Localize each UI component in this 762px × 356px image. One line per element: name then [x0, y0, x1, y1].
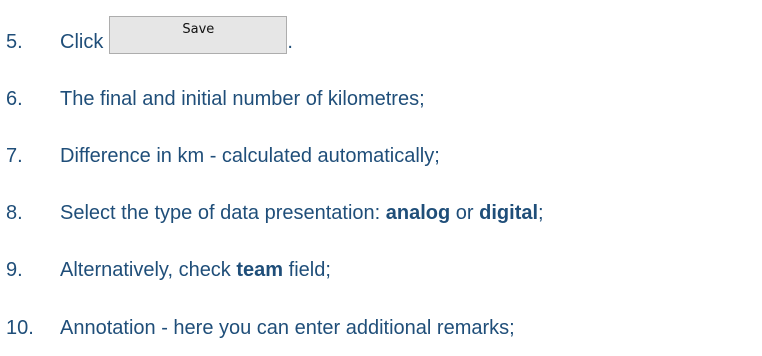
step-text: Alternatively, check — [60, 259, 237, 281]
save-button[interactable]: Save — [109, 16, 288, 54]
step-suffix: . — [287, 31, 293, 53]
list-item-step-6: 6. The final and initial number of kilom… — [6, 83, 425, 115]
list-item-step-9: 9. Alternatively, check team field; — [6, 254, 331, 286]
option-digital: digital — [479, 202, 539, 224]
step-number: 7. — [6, 145, 23, 167]
step-number: 8. — [6, 202, 23, 224]
team-field-label: team — [236, 259, 284, 281]
list-item-step-10: 10. Annotation - here you can enter addi… — [6, 312, 515, 344]
step-number: 6. — [6, 88, 23, 110]
list-item-step-8: 8. Select the type of data presentation:… — [6, 197, 544, 229]
step-number: 9. — [6, 259, 23, 281]
step-text-middle: or — [450, 202, 480, 224]
step-text: Annotation - here you can enter addition… — [60, 317, 515, 339]
instruction-list: 5. Click Save . 6. The final and initial… — [0, 0, 762, 356]
list-item-step-5: 5. Click Save . — [6, 16, 293, 58]
step-text: Difference in km - calculated automatica… — [60, 145, 440, 167]
step-text: Click — [60, 31, 104, 53]
list-item-step-7: 7. Difference in km - calculated automat… — [6, 140, 440, 172]
option-analog: analog — [385, 202, 451, 224]
step-text: Select the type of data presentation: — [60, 202, 386, 224]
step-text-after: field; — [283, 259, 331, 281]
step-text: The final and initial number of kilometr… — [60, 88, 425, 110]
step-suffix: ; — [538, 202, 544, 224]
step-number: 10. — [6, 317, 34, 339]
step-number: 5. — [6, 31, 23, 53]
